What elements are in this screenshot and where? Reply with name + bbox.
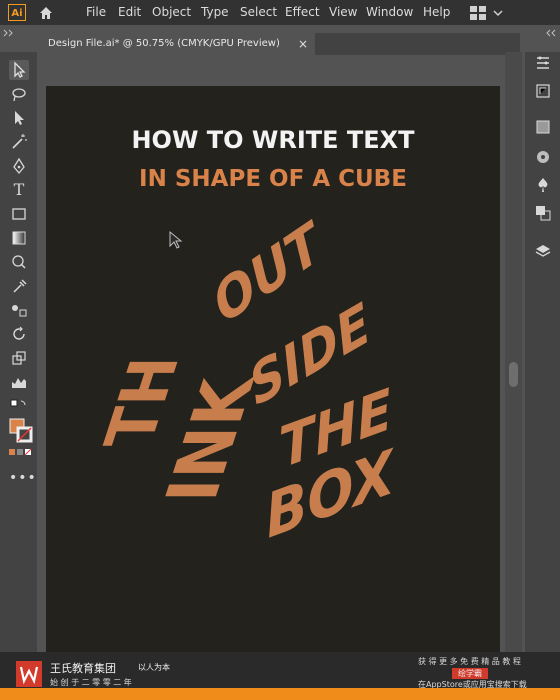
collapse-panels-icon[interactable] — [544, 29, 556, 37]
lasso-tool-icon[interactable] — [9, 85, 29, 105]
tools-panel: T ••• — [0, 52, 37, 652]
menu-type[interactable]: Type — [201, 5, 229, 19]
footer-promo-1: 获 得 更 多 免 费 精 品 教 程 — [418, 657, 521, 666]
footer-stripe — [0, 688, 560, 700]
menu-object[interactable]: Object — [152, 5, 191, 19]
libraries-panel-icon[interactable] — [534, 82, 552, 100]
eyedropper-icon[interactable] — [9, 276, 29, 296]
gradient-panel-icon[interactable] — [534, 118, 552, 136]
footer-promo-app: 绘学霸 — [452, 668, 488, 679]
rotate-tool-icon[interactable] — [9, 324, 29, 344]
home-icon[interactable] — [38, 5, 54, 21]
headline-line-1: HOW TO WRITE TEXT — [131, 126, 415, 154]
document-tab[interactable]: Design File.ai* @ 50.75% (CMYK/GPU Previ… — [40, 33, 315, 55]
properties-panel-icon[interactable] — [534, 54, 552, 72]
document-tab-bar: Design File.ai* @ 50.75% (CMYK/GPU Previ… — [40, 33, 520, 55]
gradient-tool-icon[interactable] — [9, 228, 29, 248]
color-panel-icon[interactable] — [534, 148, 552, 166]
pen-tool-icon[interactable] — [9, 156, 29, 176]
menu-window[interactable]: Window — [366, 5, 413, 19]
footer-brand: 王氏教育集团 — [50, 662, 116, 675]
brand-logo-icon — [16, 661, 42, 687]
headline-line-2: IN SHAPE OF A CUBE — [139, 166, 407, 192]
close-tab-button[interactable]: × — [298, 33, 308, 55]
symbols-panel-icon[interactable] — [534, 176, 552, 194]
scrollbar-thumb[interactable] — [509, 362, 518, 387]
rectangle-tool-icon[interactable] — [9, 204, 29, 224]
panel-dock — [525, 52, 560, 662]
graph-tool-icon[interactable] — [9, 372, 29, 392]
collapse-toolbar-icon[interactable] — [3, 29, 15, 37]
fill-stroke-icon[interactable] — [9, 418, 33, 444]
app-logo: Ai — [8, 4, 26, 21]
swap-fill-stroke-icon[interactable] — [9, 396, 29, 416]
menu-edit[interactable]: Edit — [118, 5, 141, 19]
pathfinder-panel-icon[interactable] — [534, 204, 552, 222]
artboard[interactable]: HOW TO WRITE TEXT IN SHAPE OF A CUBE OUT… — [46, 86, 500, 652]
menu-help[interactable]: Help — [423, 5, 450, 19]
menu-bar: Ai File Edit Object Type Select Effect V… — [0, 0, 560, 25]
selection-tool-icon[interactable] — [9, 60, 29, 80]
artwork: HOW TO WRITE TEXT IN SHAPE OF A CUBE OUT… — [91, 126, 416, 552]
vertical-scrollbar[interactable] — [505, 52, 522, 662]
menu-select[interactable]: Select — [240, 5, 277, 19]
document-tab-title: Design File.ai* @ 50.75% (CMYK/GPU Previ… — [48, 38, 280, 49]
workspace-switcher-icon[interactable] — [470, 5, 510, 21]
menu-view[interactable]: View — [329, 5, 357, 19]
shape-builder-icon[interactable] — [9, 252, 29, 272]
magic-wand-icon[interactable] — [9, 132, 29, 152]
more-tools-icon[interactable]: ••• — [9, 468, 36, 488]
color-mode-icon[interactable] — [9, 446, 32, 466]
cursor-icon — [169, 230, 183, 249]
type-tool-icon[interactable]: T — [9, 180, 29, 200]
footer-tagline: 始 创 于 二 零 零 二 年 — [50, 678, 132, 687]
menu-effect[interactable]: Effect — [285, 5, 320, 19]
scale-tool-icon[interactable] — [9, 348, 29, 368]
layers-panel-icon[interactable] — [534, 242, 552, 260]
direct-selection-icon[interactable] — [9, 108, 29, 128]
blend-tool-icon[interactable] — [9, 300, 29, 320]
footer-slogan: 以人为本 — [138, 663, 170, 672]
menu-file[interactable]: File — [86, 5, 106, 19]
